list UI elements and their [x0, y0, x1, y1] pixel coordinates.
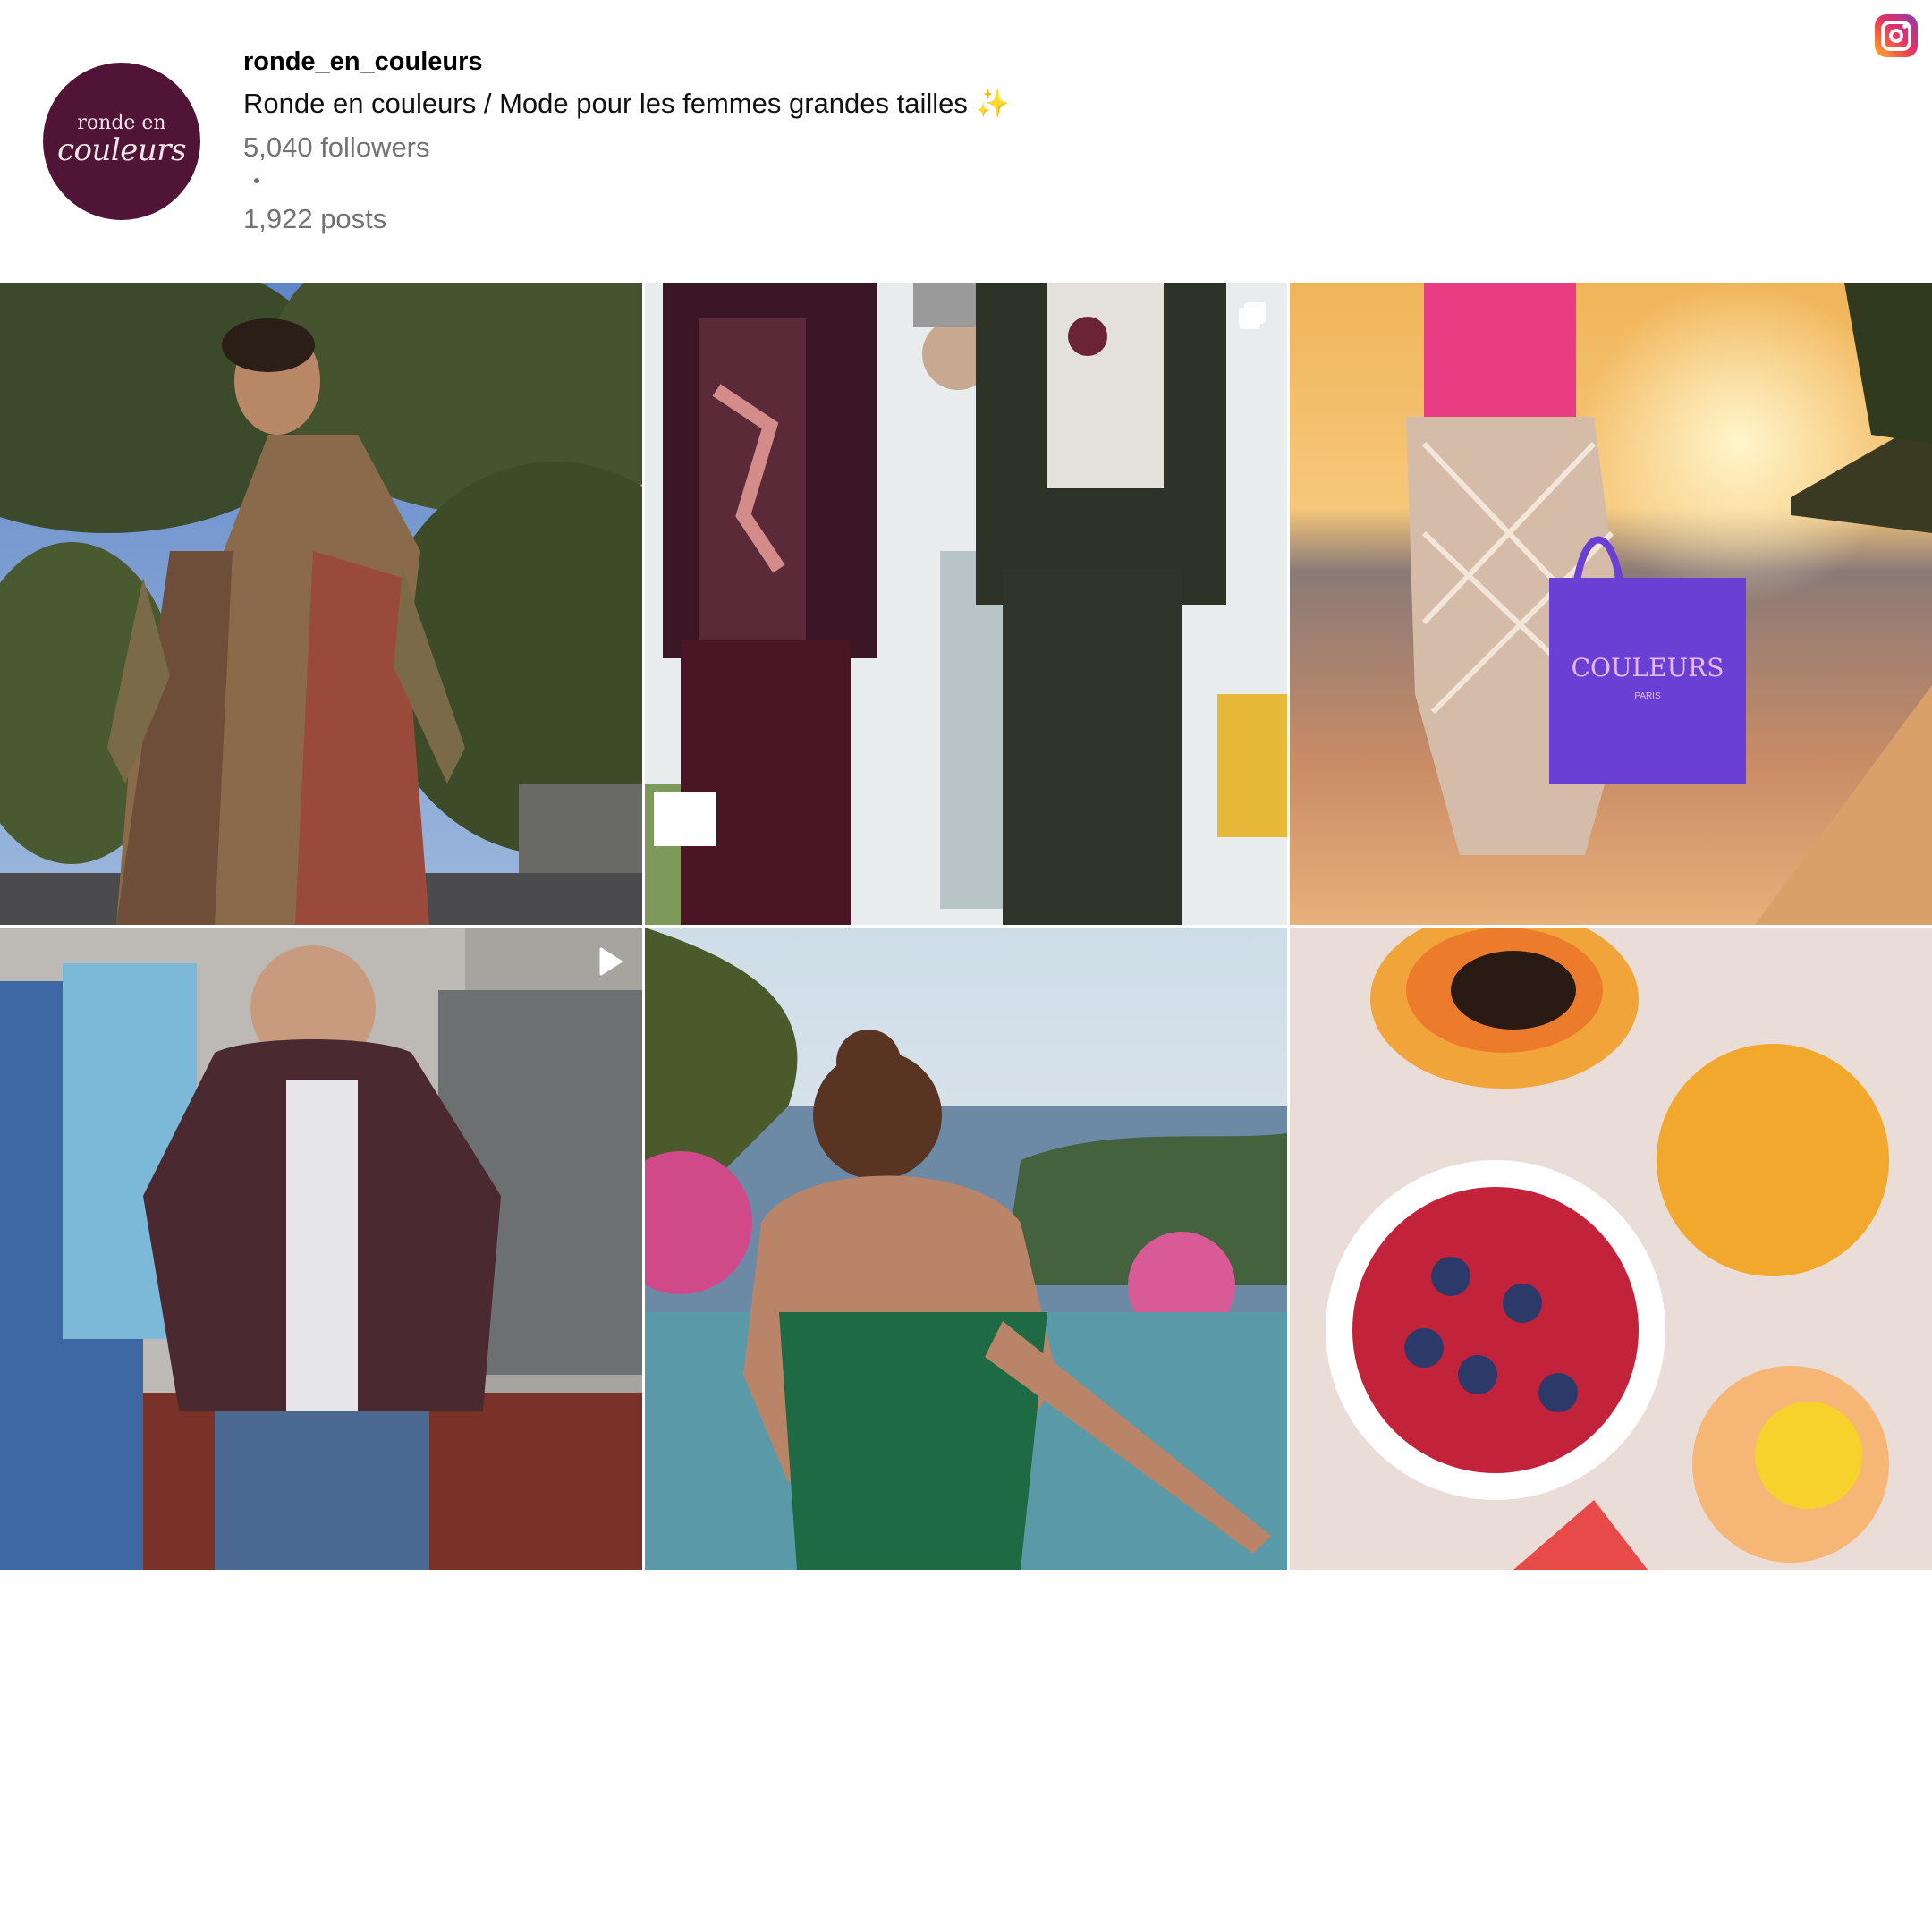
multi-photo-icon	[1239, 302, 1266, 329]
profile-bio: Ronde en couleurs / Mode pour les femmes…	[243, 88, 1011, 119]
profile-header: ronde en couleurs ronde_en_couleurs Rond…	[0, 0, 1932, 283]
separator-dot	[254, 178, 259, 183]
post-tile-6[interactable]	[1290, 928, 1932, 1570]
profile-username[interactable]: ronde_en_couleurs	[243, 47, 483, 77]
bag-logo-subtext: PARIS	[1634, 691, 1661, 701]
post-tile-1[interactable]	[0, 283, 642, 925]
instagram-icon[interactable]	[1875, 14, 1918, 57]
post-tile-3[interactable]: COULEURS PARIS	[1290, 283, 1932, 925]
play-icon	[599, 947, 623, 976]
avatar-logo-line2: couleurs	[56, 132, 187, 168]
post-tile-2[interactable]	[645, 283, 1287, 925]
avatar-logo-line1: ronde en	[77, 112, 166, 134]
avatar[interactable]: ronde en couleurs	[43, 63, 200, 220]
post-tile-4[interactable]	[0, 928, 642, 1570]
post-tile-5[interactable]	[645, 928, 1287, 1570]
posts-grid: COULEURS PARIS	[0, 283, 1932, 1571]
posts-count: 1,922 posts	[243, 203, 387, 234]
bag-logo-text: COULEURS	[1572, 653, 1724, 682]
followers-count[interactable]: 5,040 followers	[243, 131, 430, 164]
